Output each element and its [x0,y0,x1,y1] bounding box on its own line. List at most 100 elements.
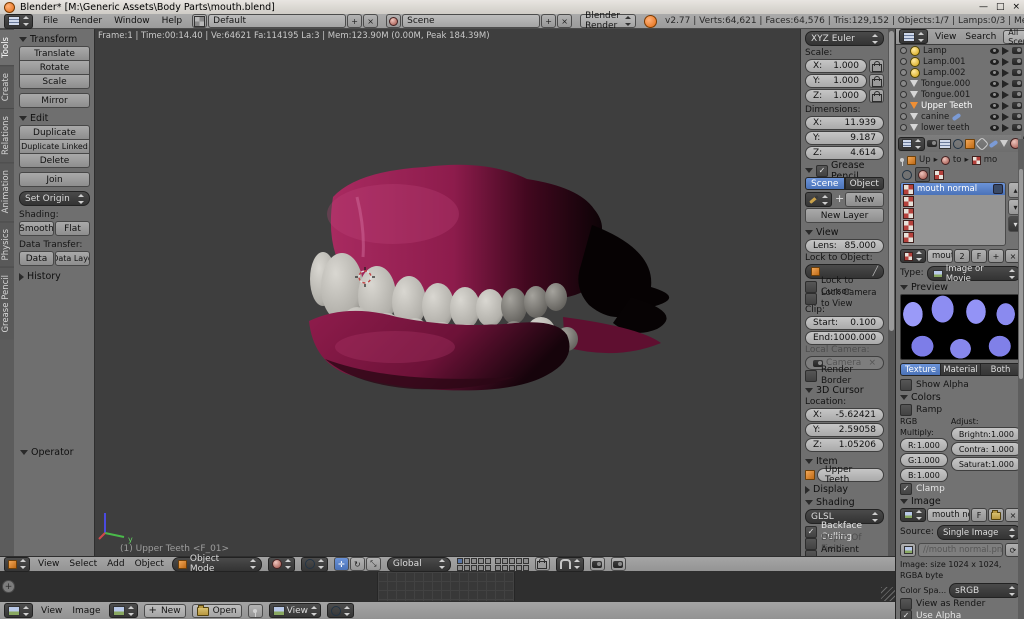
layout-add-button[interactable]: + [347,14,362,28]
gp-new-button[interactable]: New [845,192,884,207]
screen-layout-field[interactable]: Default [208,14,346,28]
menu-view[interactable]: View [36,559,61,569]
pin-icon[interactable] [900,158,904,162]
tab-object[interactable] [965,137,975,150]
tab-render-layers[interactable] [939,137,951,150]
texture-slot-active[interactable]: mouth normal [901,183,1005,195]
menu-add[interactable]: Add [105,559,126,569]
texture-slot-empty[interactable] [901,207,1005,219]
menu-file[interactable]: File [41,16,60,26]
visibility-icon[interactable] [990,103,999,109]
selectability-icon[interactable] [1002,80,1009,88]
renderability-icon[interactable] [1012,47,1022,54]
set-origin-dropdown[interactable]: Set Origin [19,191,90,206]
texture-browse-dropdown[interactable] [900,249,926,263]
image-path-field[interactable]: //mouth normal.png [918,543,1003,557]
manipulator-rotate-button[interactable]: ↻ [350,557,365,571]
visibility-icon[interactable] [990,48,999,54]
grease-pencil-panel-header[interactable]: Grease Pencil [805,164,884,177]
disclosure-icon[interactable] [900,58,907,65]
preview-material-button[interactable]: Material [941,363,981,376]
texture-type-dropdown[interactable]: Image or Movie [927,266,1021,281]
uv-channel-dropdown[interactable] [327,603,354,618]
viewport-3d[interactable]: Frame:1 | Time:00:14.40 | Ve:64621 Fa:11… [95,29,800,556]
crumb-object[interactable]: Up [919,155,931,165]
mirror-button[interactable]: Mirror [19,93,90,108]
image-browse-dropdown[interactable] [900,508,926,522]
preview-both-button[interactable]: Both [981,363,1021,376]
visibility-icon[interactable] [990,81,999,87]
saturation-field[interactable]: Saturat:1.000 [951,457,1022,471]
rotate-button[interactable]: Rotate [19,60,90,75]
menu-help[interactable]: Help [160,16,185,26]
scale-x-field[interactable]: X:1.000 [805,59,867,73]
backface-culling-checkbox[interactable] [805,526,817,538]
close-button[interactable]: × [1012,2,1020,12]
disclosure-icon[interactable] [900,91,907,98]
dim-x-field[interactable]: X:11.939 [805,116,884,130]
editor-type-dropdown[interactable] [4,14,33,29]
visibility-icon[interactable] [990,114,999,120]
preview-texture-button[interactable]: Texture [900,363,941,376]
clip-end-field[interactable]: End:1000.000 [805,331,884,345]
transform-panel-header[interactable]: Transform [19,33,90,46]
tab-data[interactable] [1000,137,1008,150]
layer-buttons[interactable] [457,558,529,571]
viewport-editor-type-dropdown[interactable] [4,557,30,572]
outliner-menu-search[interactable]: Search [963,32,998,42]
scale-z-lock-button[interactable] [869,89,884,103]
selectability-icon[interactable] [1002,47,1009,55]
menu-window[interactable]: Window [112,16,152,26]
outliner-menu-view[interactable]: View [933,32,958,42]
renderability-icon[interactable] [1012,80,1022,87]
disclosure-icon[interactable] [900,102,907,109]
outliner-row-lamp001[interactable]: Lamp.001 [896,56,1024,67]
image-fake-user-button[interactable]: F [971,508,987,522]
orientation-dropdown[interactable]: Global [387,557,451,572]
ramp-checkbox[interactable] [900,404,912,416]
disclosure-icon[interactable] [900,80,907,87]
opengl-render-button[interactable] [590,557,605,571]
source-dropdown[interactable]: Single Image [937,525,1021,540]
operator-panel-header[interactable]: Operator [20,446,74,459]
selectability-icon[interactable] [1002,113,1009,121]
menu-select[interactable]: Select [67,559,99,569]
tab-create[interactable]: Create [0,65,14,108]
tab-constraints[interactable] [977,137,987,150]
outliner-row-lower-teeth[interactable]: lower teeth [896,122,1024,133]
maximize-button[interactable]: □ [996,2,1005,12]
menu-render[interactable]: Render [68,16,104,26]
duplicate-button[interactable]: Duplicate [19,125,90,140]
texture-name-field[interactable]: mouth normal [927,249,953,263]
renderability-icon[interactable] [1012,113,1022,120]
outliner-row-lamp002[interactable]: Lamp.002 [896,67,1024,78]
manipulator-translate-button[interactable]: ✛ [334,557,349,571]
scale-z-field[interactable]: Z:1.000 [805,89,867,103]
image-pack-button[interactable] [900,543,916,557]
renderability-icon[interactable] [1012,124,1022,131]
clamp-checkbox[interactable] [900,483,912,495]
view-panel-header[interactable]: View [805,226,884,239]
renderability-icon[interactable] [1012,102,1022,109]
texture-slot-empty[interactable] [901,195,1005,207]
dim-y-field[interactable]: Y:9.187 [805,131,884,145]
show-alpha-checkbox[interactable] [900,379,912,391]
rotation-mode-dropdown[interactable]: XYZ Euler [805,31,884,46]
use-alpha-checkbox[interactable] [900,610,912,619]
scale-button[interactable]: Scale [19,74,90,89]
scene-lock-button[interactable] [535,557,550,571]
history-panel-header[interactable]: History [19,270,90,283]
outliner-editor-type-dropdown[interactable] [899,29,928,44]
texture-new-button[interactable]: + [988,249,1004,263]
scale-y-lock-button[interactable] [869,74,884,88]
uv-new-button[interactable]: +New [144,604,186,618]
rgb-b-field[interactable]: B:1.000 [900,468,948,482]
edit-panel-header[interactable]: Edit [19,112,90,125]
selectability-icon[interactable] [1002,102,1009,110]
shade-smooth-button[interactable]: Smooth [19,221,54,236]
n-panel-scrollbar[interactable] [888,29,895,556]
outliner-row-canine[interactable]: canine [896,111,1024,122]
cursor-y-field[interactable]: Y:2.59058 [805,423,884,437]
gp-scene-tab[interactable]: Scene [805,177,845,190]
gp-add-icon[interactable] [834,195,843,204]
